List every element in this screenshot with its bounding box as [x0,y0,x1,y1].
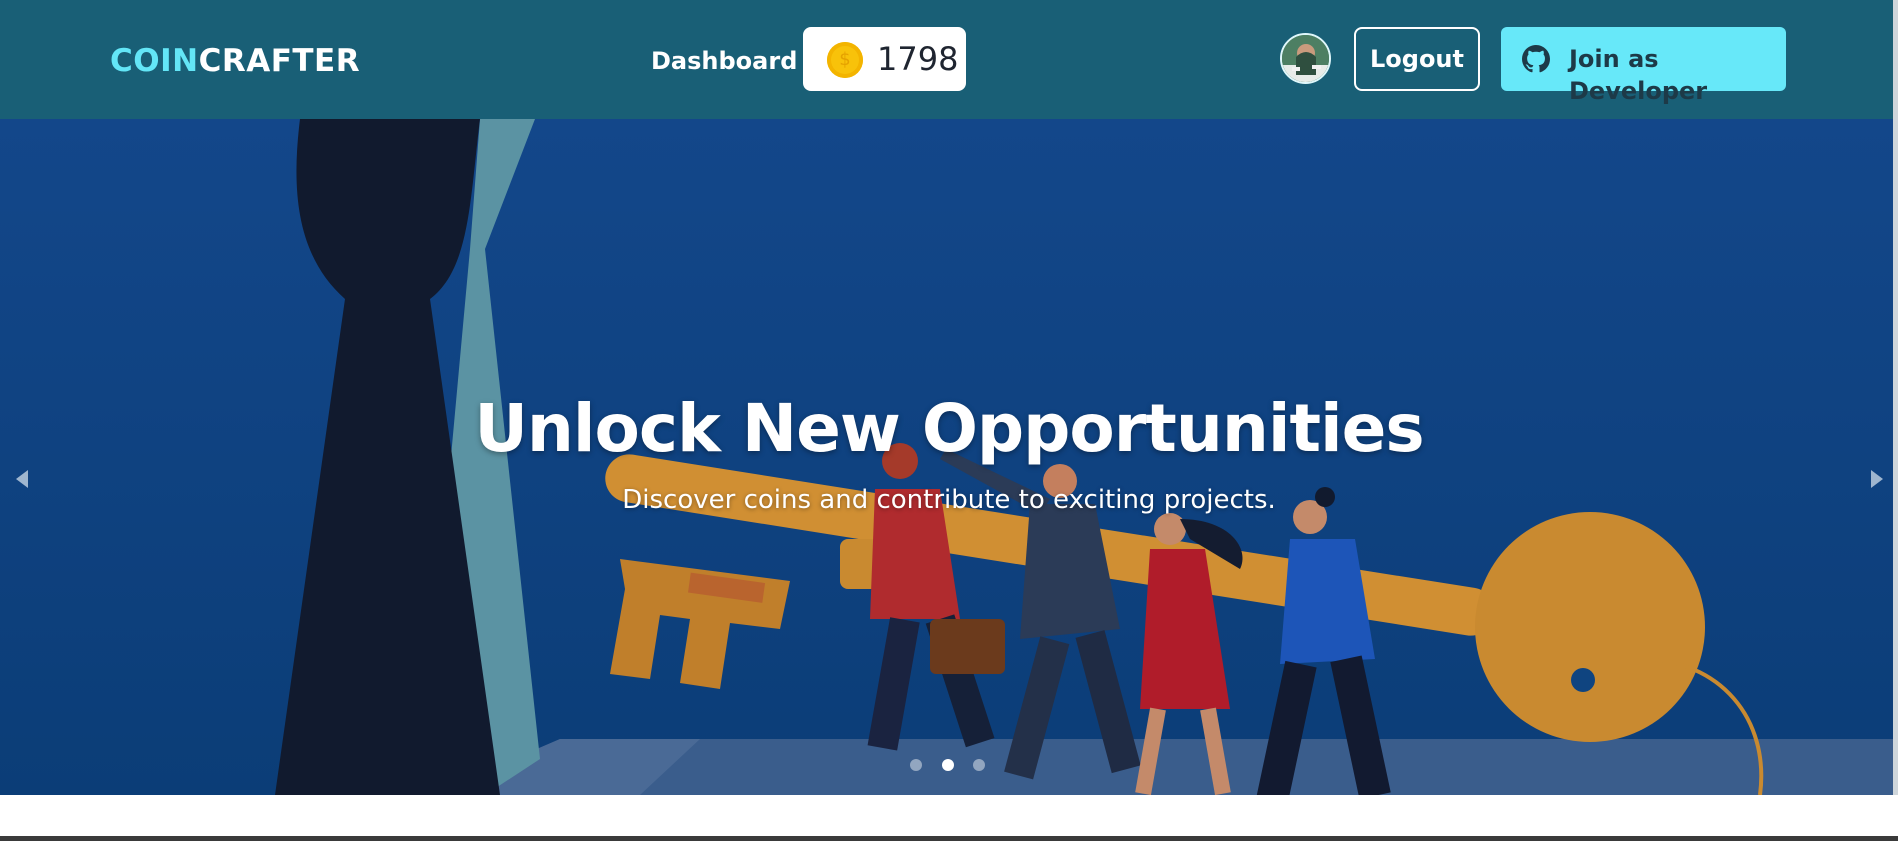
carousel-indicators [0,759,1898,775]
github-icon [1522,45,1550,73]
dashboard-link[interactable]: Dashboard [651,46,797,76]
join-developer-button[interactable]: Join as Developer [1501,27,1786,105]
page-scrollbar[interactable] [1893,0,1898,795]
coin-icon: $ [827,42,863,78]
brand-logo-coin: COIN [110,43,199,79]
chevron-right-icon [1871,470,1883,488]
brand-logo[interactable]: COINCRAFTER [110,42,360,80]
avatar-photo [1282,35,1329,82]
chevron-left-icon [16,470,28,488]
logout-button[interactable]: Logout [1354,27,1480,91]
bottom-divider [0,836,1898,841]
coin-symbol: $ [839,49,851,70]
top-navbar: COINCRAFTER Dashboard $ 1798 Logout Join… [0,0,1898,119]
hero-subtitle: Discover coins and contribute to excitin… [622,485,1276,515]
coin-balance-value: 1798 [877,40,959,78]
user-avatar[interactable] [1280,33,1331,84]
coin-balance-badge[interactable]: $ 1798 [803,27,966,91]
hero-title: Unlock New Opportunities [474,390,1424,467]
carousel-dot-2[interactable] [942,759,954,771]
join-developer-label: Join as Developer [1569,45,1708,105]
carousel-next-button[interactable] [1861,449,1891,509]
carousel-dot-1[interactable] [910,759,922,771]
carousel-dot-3[interactable] [973,759,985,771]
hero-carousel: Unlock New Opportunities Discover coins … [0,119,1898,795]
carousel-prev-button[interactable] [6,449,36,509]
brand-logo-crafter: CRAFTER [198,43,361,79]
